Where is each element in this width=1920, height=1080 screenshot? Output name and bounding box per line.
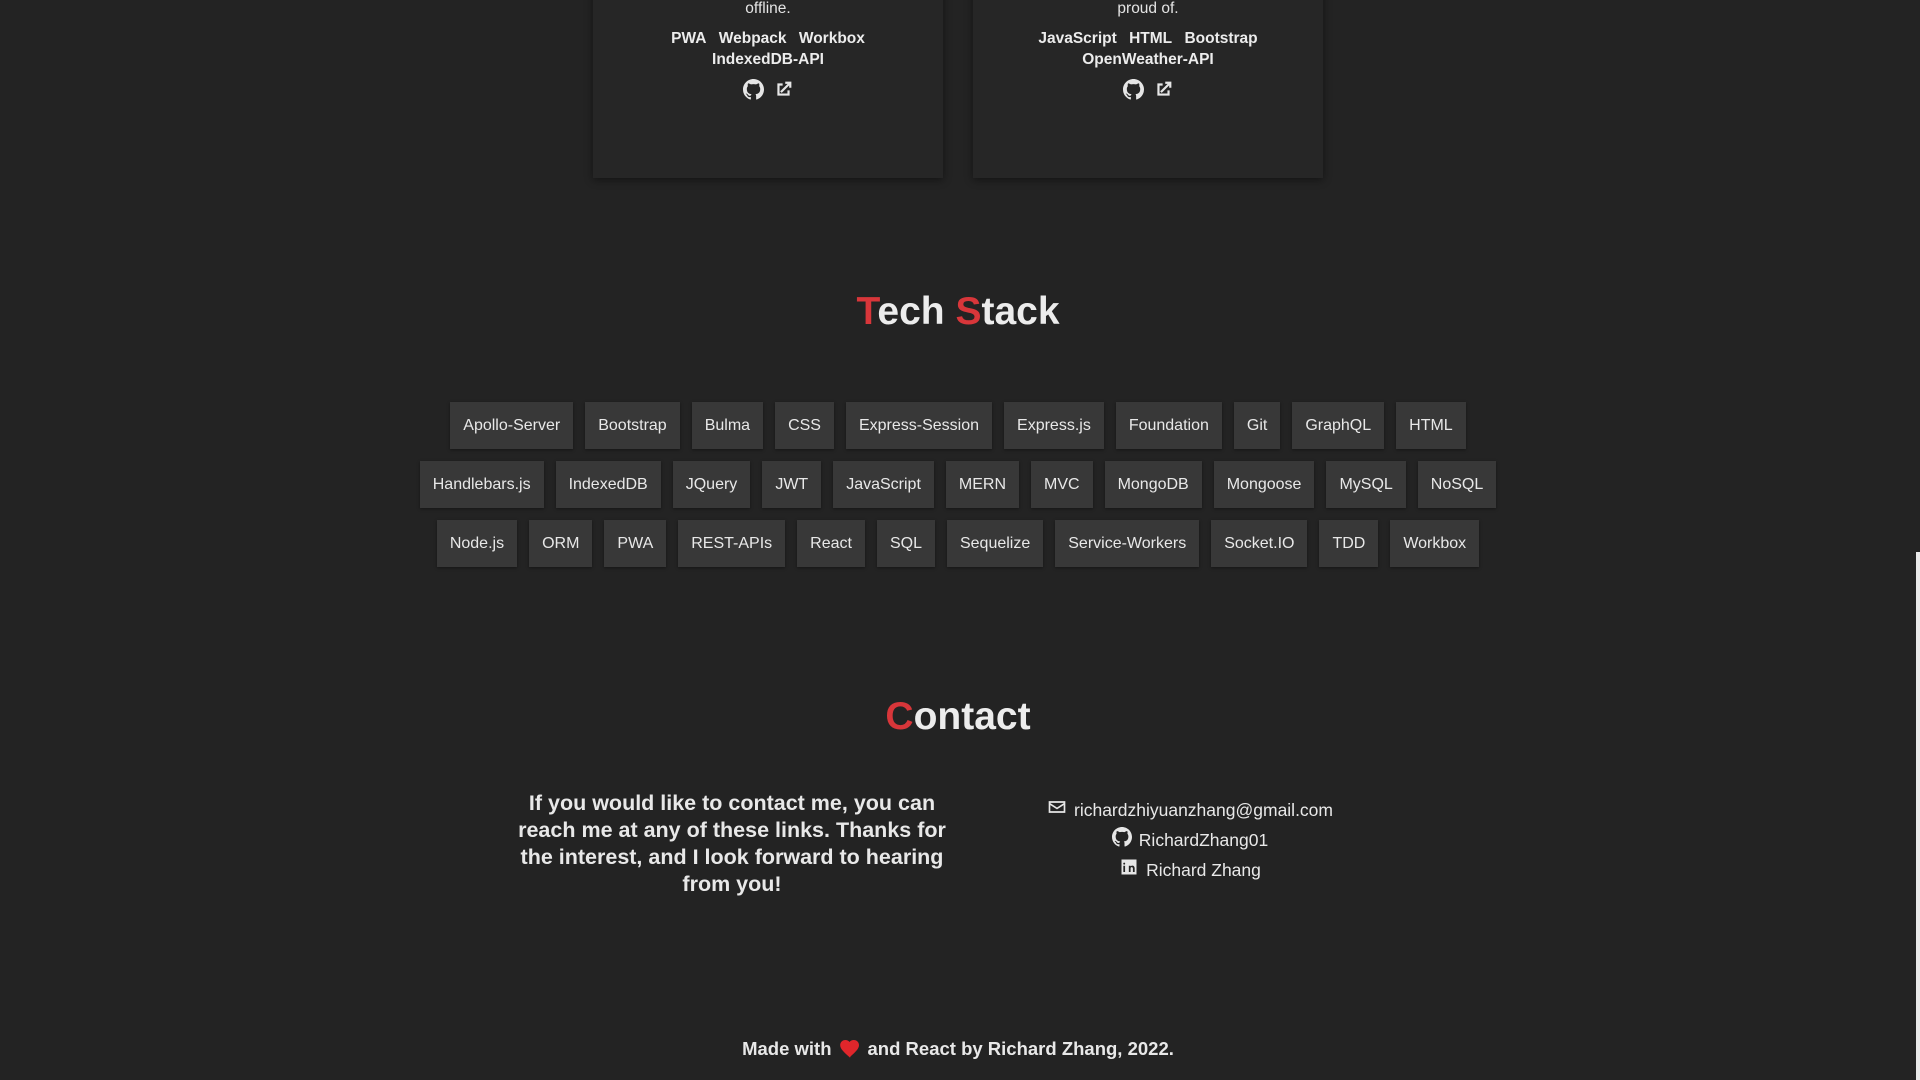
tech-tag: Handlebars.js [419,461,544,508]
title-text: tack [981,290,1060,333]
title-accent-letter: S [955,290,982,333]
tech-tag: Bootstrap [585,402,680,449]
github-link[interactable]: RichardZhang01 [1111,827,1269,853]
tech-tag: NoSQL [1417,461,1497,508]
github-icon [1111,827,1132,853]
footer: Made with and React by Richard Zhang, 20… [0,1038,1916,1060]
project-tech: Bootstrap [1184,30,1258,47]
project-card-left: criteria. This app features data persist… [593,0,943,178]
tech-tag: TDD [1319,520,1379,567]
tech-tag: Express-Session [845,402,993,449]
tech-tag: Socket.IO [1211,520,1308,567]
tech-tag: SQL [876,520,935,567]
project-description: the world. This is a front-end applicati… [1117,0,1179,17]
project-tech-list: PWA Webpack Workbox IndexedDB-API [609,28,927,70]
project-tech: JavaScript [1038,30,1117,47]
contact-title: Contact [0,695,1916,739]
tech-tag: REST-APIs [678,520,786,567]
github-icon[interactable] [742,78,764,100]
title-text: ontact [913,695,1031,738]
tech-tag: PWA [604,520,667,567]
scrollbar-track[interactable] [1916,0,1920,1080]
project-tech: OpenWeather-API [1082,51,1214,68]
email-link[interactable]: richardzhiyuanzhang@gmail.com [1047,797,1333,823]
tech-stack-title: Tech Stack [0,290,1916,334]
envelope-icon [1047,797,1067,823]
tech-tag: MERN [945,461,1019,508]
project-tech: Workbox [798,30,865,47]
footer-suffix: and React by Richard Zhang, 2022. [867,1038,1174,1059]
email-text: richardzhiyuanzhang@gmail.com [1074,800,1333,820]
contact-links: richardzhiyuanzhang@gmail.com RichardZha… [1000,797,1380,883]
tech-tag: CSS [775,402,834,449]
tech-tag: Apollo-Server [450,402,574,449]
tech-tag: Foundation [1115,402,1222,449]
tech-tag: Node.js [436,520,518,567]
tech-tag: MVC [1031,461,1093,508]
tech-tag: ORM [529,520,593,567]
tech-tag: Git [1233,402,1281,449]
title-accent-letter: C [885,695,914,738]
project-tech: HTML [1129,30,1173,47]
tech-tag: JWT [762,461,822,508]
project-tech: PWA [671,30,707,47]
tech-tag: Express.js [1004,402,1104,449]
tech-row: Apollo-Server Bootstrap Bulma CSS Expres… [450,402,1466,449]
footer-prefix: Made with [742,1038,832,1059]
tech-tag: JQuery [672,461,751,508]
project-links [989,78,1307,100]
project-tech: IndexedDB-API [712,51,824,68]
tech-stack-grid: Apollo-Server Bootstrap Bulma CSS Expres… [418,402,1498,567]
title-text: ech [877,290,956,333]
project-tech: Webpack [718,30,787,47]
external-link-icon[interactable] [772,78,794,100]
project-links [609,78,927,100]
heart-icon [839,1040,860,1058]
tech-row: Node.js ORM PWA REST-APIs React SQL Sequ… [436,520,1480,567]
tech-tag: HTML [1396,402,1466,449]
tech-tag: GraphQL [1292,402,1385,449]
github-icon[interactable] [1122,78,1144,100]
tech-tag: JavaScript [833,461,934,508]
contact-message: If you would like to contact me, you can… [518,791,946,896]
tech-tag: MongoDB [1104,461,1202,508]
tech-tag: Service-Workers [1055,520,1200,567]
title-accent-letter: T [856,290,878,333]
tech-tag: IndexedDB [555,461,661,508]
linkedin-icon [1119,857,1139,883]
tech-tag: Bulma [691,402,764,449]
project-tech-list: JavaScript HTML Bootstrap OpenWeather-AP… [989,28,1307,70]
project-card-right: the world. This is a front-end applicati… [973,0,1323,178]
tech-tag: Sequelize [946,520,1044,567]
github-username: RichardZhang01 [1138,830,1269,850]
tech-tag: Mongoose [1213,461,1315,508]
tech-tag: React [797,520,865,567]
tech-row: Handlebars.js IndexedDB JQuery JWT JavaS… [419,461,1497,508]
tech-tag: MySQL [1326,461,1406,508]
linkedin-name: Richard Zhang [1146,860,1261,880]
external-link-icon[interactable] [1152,78,1174,100]
scrollbar-thumb[interactable] [1916,552,1920,1080]
linkedin-link[interactable]: Richard Zhang [1119,857,1261,883]
project-description: criteria. This app features data persist… [745,0,791,17]
tech-tag: Workbox [1390,520,1480,567]
